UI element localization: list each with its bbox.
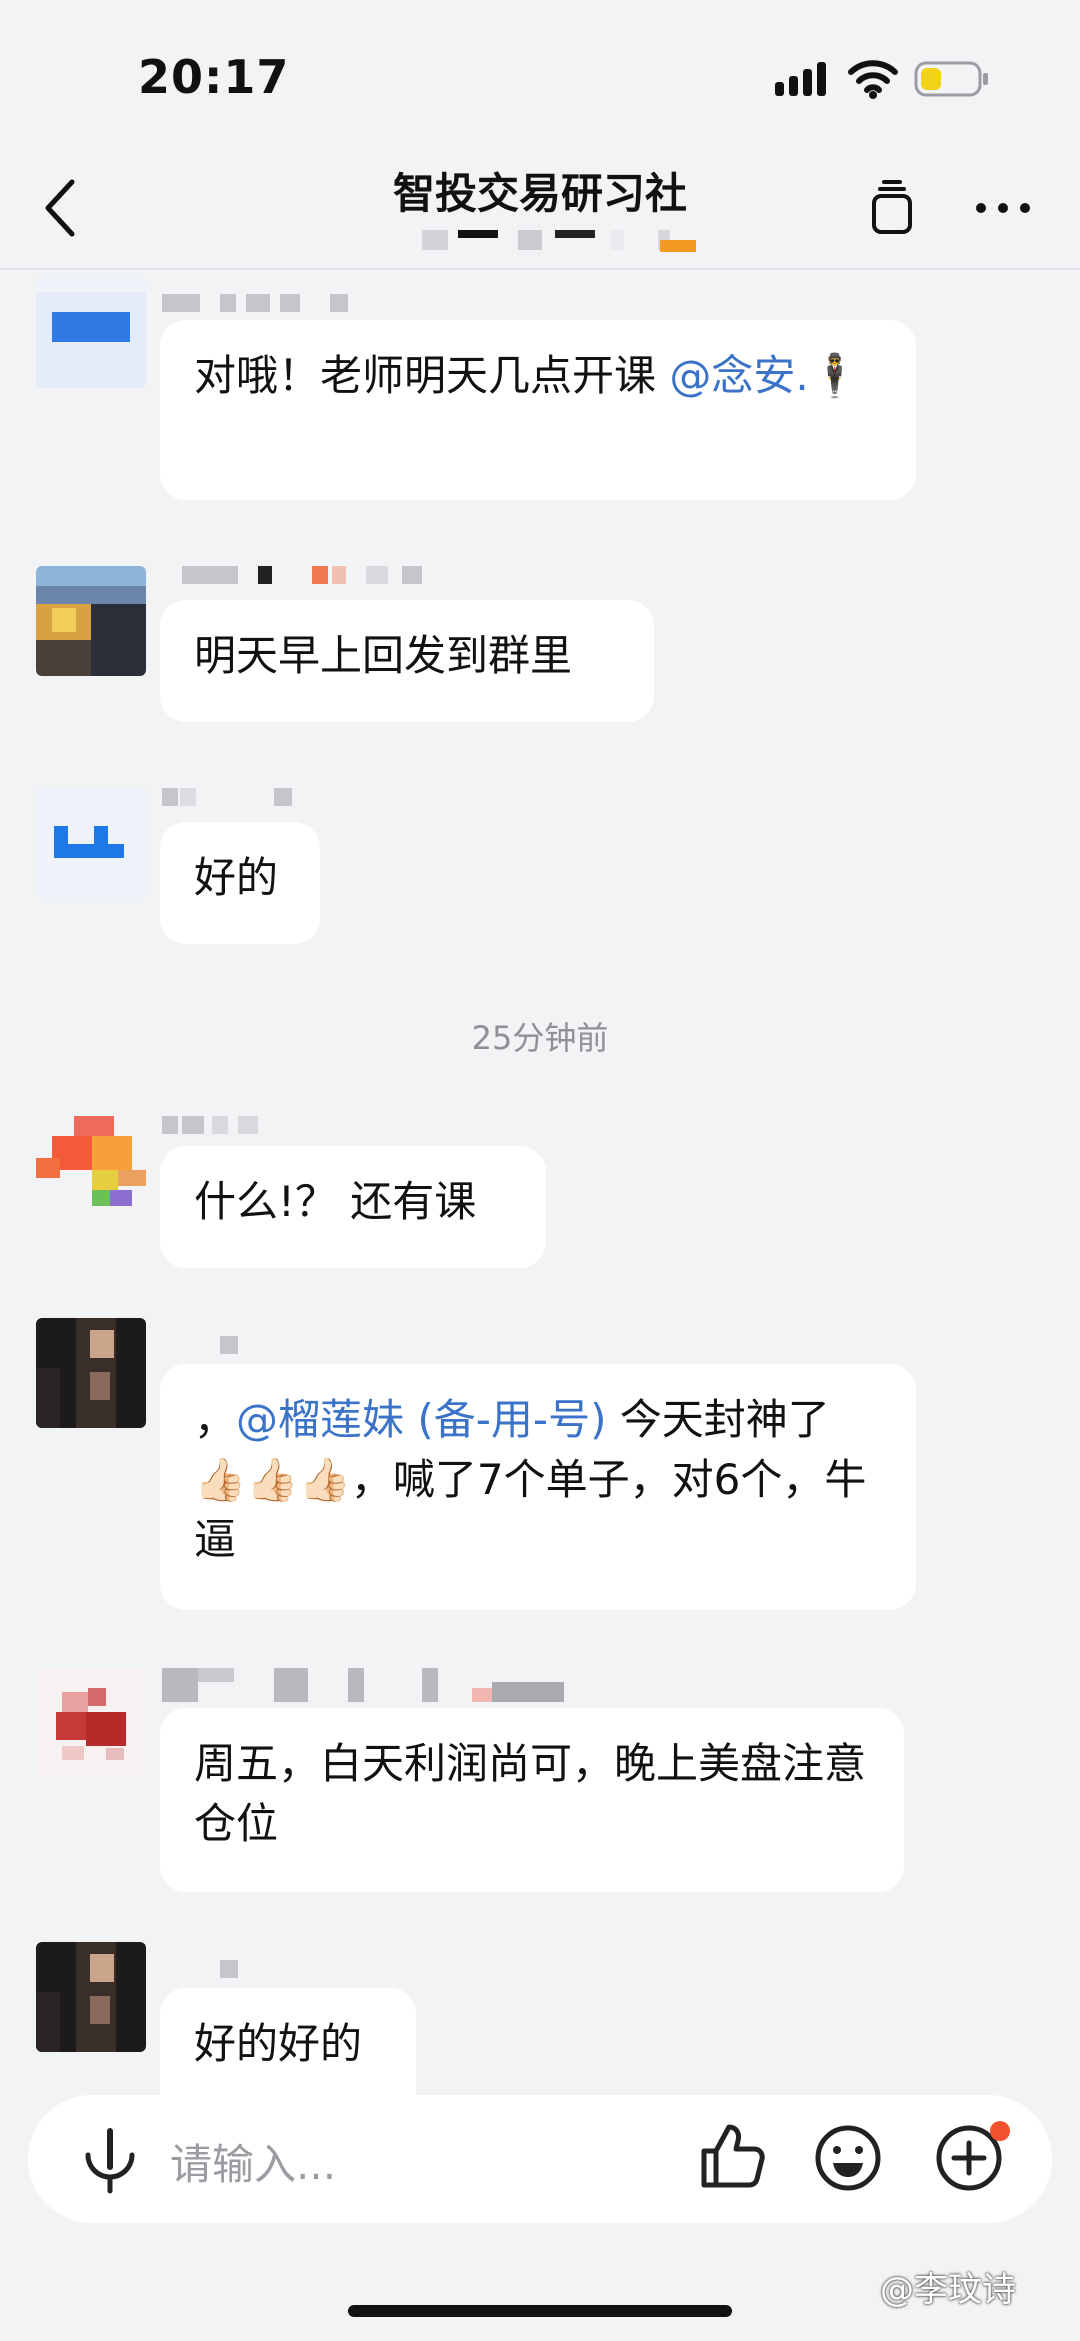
- status-time: 20:17: [138, 50, 290, 104]
- avatar[interactable]: [36, 278, 146, 388]
- home-indicator[interactable]: [348, 2305, 732, 2317]
- message-emoji: 🕴: [808, 351, 862, 400]
- avatar[interactable]: [36, 1318, 146, 1428]
- copy-icon[interactable]: [868, 178, 916, 238]
- status-bar: 20:17: [0, 0, 1080, 150]
- message-bubble[interactable]: 周五，白天利润尚可，晚上美盘注意仓位: [160, 1708, 904, 1892]
- chat-title[interactable]: 智投交易研习社: [0, 160, 1080, 221]
- watermark-text: @李玟诗: [880, 2270, 1016, 2310]
- message-bubble[interactable]: 好的好的: [160, 1988, 416, 2098]
- message-bubble[interactable]: 明天早上回发到群里: [160, 600, 654, 722]
- message-input-bar: 请输入...: [28, 2095, 1052, 2223]
- message-text: ，: [194, 1395, 237, 1444]
- microphone-icon[interactable]: [78, 2125, 142, 2195]
- notification-dot: [990, 2121, 1010, 2141]
- signal-icon: [775, 62, 826, 96]
- avatar[interactable]: [36, 788, 146, 898]
- avatar[interactable]: [36, 1668, 146, 1778]
- message-bubble[interactable]: 对哦！老师明天几点开课 @念安.🕴: [160, 320, 916, 500]
- mention-link[interactable]: @榴莲妹 (备-用-号): [236, 1395, 606, 1444]
- member-subtitle-blurred: [410, 230, 700, 252]
- battery-icon: [914, 61, 988, 97]
- avatar[interactable]: [36, 566, 146, 676]
- thumbs-up-icon[interactable]: [696, 2121, 766, 2191]
- time-divider: 25分钟前: [471, 1019, 609, 1057]
- smiley-icon[interactable]: [813, 2123, 883, 2193]
- wifi-icon: [848, 60, 898, 99]
- message-bubble[interactable]: ，@榴莲妹 (备-用-号) 今天封神了👍🏻👍🏻👍🏻，喊了7个单子，对6个，牛逼: [160, 1364, 916, 1610]
- mention-link[interactable]: @念安.: [669, 351, 808, 400]
- avatar[interactable]: [36, 1942, 146, 2052]
- message-bubble[interactable]: 什么!？ 还有课: [160, 1146, 546, 1268]
- chat-header: 智投交易研习社: [0, 150, 1080, 270]
- message-input[interactable]: 请输入...: [170, 2131, 336, 2192]
- message-bubble[interactable]: 好的: [160, 822, 320, 944]
- avatar[interactable]: [36, 1112, 146, 1222]
- more-dots-icon[interactable]: [975, 202, 1031, 214]
- message-text: 对哦！老师明天几点开课: [194, 351, 670, 400]
